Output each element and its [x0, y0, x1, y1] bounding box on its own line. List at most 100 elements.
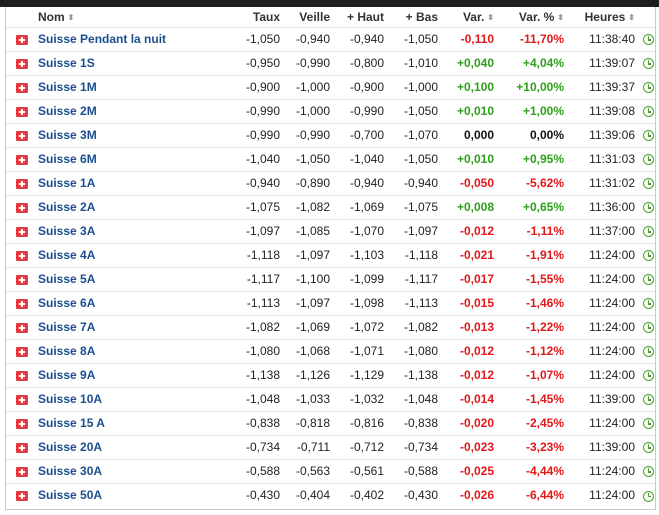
table-row[interactable]: Suisse 9A -1,138 -1,126 -1,129 -1,138 -0,012 -…: [6, 363, 655, 387]
haut-value: -1,069: [349, 200, 384, 214]
var-pct-value: -1,55%: [525, 272, 564, 286]
var-value: -0,012: [459, 224, 494, 238]
var-value: -0,015: [459, 296, 494, 310]
var-pct-value: +1,00%: [522, 104, 564, 118]
time-value: 11:31:03: [589, 152, 635, 166]
instrument-name-link[interactable]: Suisse 4A: [34, 243, 222, 267]
column-header-bas[interactable]: + Bas: [388, 7, 442, 27]
instrument-name-link[interactable]: Suisse 1A: [34, 171, 222, 195]
var-value: +0,010: [456, 104, 494, 118]
table-row[interactable]: Suisse 6M -1,040 -1,050 -1,040 -1,050 +0,010 +…: [6, 147, 655, 171]
status-cell: [639, 171, 655, 195]
column-header-var[interactable]: Var. ⬍: [442, 7, 498, 27]
clock-icon: [643, 58, 654, 70]
column-header-veille[interactable]: Veille: [284, 7, 334, 27]
time-value: 11:31:02: [589, 176, 635, 190]
bas-value: -1,010: [403, 56, 438, 70]
table-header-row: Nom ⬍ Taux Veille + Haut + Bas Var. ⬍ Var.…: [6, 7, 655, 27]
var-value: -0,020: [459, 416, 494, 430]
taux-value: -1,118: [246, 248, 280, 262]
table-row[interactable]: Suisse 3A -1,097 -1,085 -1,070 -1,097 -0,012 -…: [6, 219, 655, 243]
time-value: 11:39:08: [589, 104, 635, 118]
table-row[interactable]: Suisse 20A -0,734 -0,711 -0,712 -0,734 -0,023…: [6, 435, 655, 459]
instrument-name-link[interactable]: Suisse 7A: [34, 315, 222, 339]
instrument-name-link[interactable]: Suisse 3M: [34, 123, 222, 147]
table-row[interactable]: Suisse 1A -0,940 -0,890 -0,940 -0,940 -0,050 -…: [6, 171, 655, 195]
time-value: 11:39:07: [589, 56, 635, 70]
var-value: -0,050: [459, 176, 494, 190]
instrument-name-link[interactable]: Suisse 3A: [34, 219, 222, 243]
instrument-name-link[interactable]: Suisse 2M: [34, 99, 222, 123]
time-value: 11:39:06: [589, 128, 635, 142]
table-row[interactable]: Suisse 10A -1,048 -1,033 -1,032 -1,048 -0,014…: [6, 387, 655, 411]
table-row[interactable]: Suisse 50A -0,430 -0,404 -0,402 -0,430 -0,026…: [6, 483, 655, 507]
column-header-taux[interactable]: Taux: [222, 7, 284, 27]
veille-value: -0,818: [295, 416, 330, 430]
swiss-flag-icon: [16, 154, 28, 165]
veille-value: -1,000: [295, 80, 330, 94]
time-value: 11:39:00: [589, 392, 635, 406]
table-row[interactable]: Suisse 8A -1,080 -1,068 -1,071 -1,080 -0,012 -…: [6, 339, 655, 363]
veille-value: -0,563: [295, 464, 330, 478]
flag-cell: [6, 291, 34, 315]
table-row[interactable]: Suisse 4A -1,118 -1,097 -1,103 -1,118 -0,021 -…: [6, 243, 655, 267]
table-row[interactable]: Suisse 5A -1,117 -1,100 -1,099 -1,117 -0,017 -…: [6, 267, 655, 291]
instrument-name-link[interactable]: Suisse 10A: [34, 387, 222, 411]
table-row[interactable]: Suisse 1M -0,900 -1,000 -0,900 -1,000 +0,100 +…: [6, 75, 655, 99]
swiss-flag-icon: [16, 82, 28, 93]
bas-value: -1,000: [403, 80, 438, 94]
time-value: 11:24:00: [589, 272, 635, 286]
instrument-name-link[interactable]: Suisse Pendant la nuit: [34, 27, 222, 51]
instrument-name-link[interactable]: Suisse 15 A: [34, 411, 222, 435]
table-row[interactable]: Suisse 3M -0,990 -0,990 -0,700 -1,070 0,000 0,…: [6, 123, 655, 147]
instrument-name-link[interactable]: Suisse 2A: [34, 195, 222, 219]
instrument-name-link[interactable]: Suisse 20A: [34, 435, 222, 459]
bas-value: -0,734: [403, 440, 438, 454]
column-header-nom[interactable]: Nom ⬍: [34, 7, 222, 27]
var-value: -0,110: [460, 32, 494, 46]
clock-icon: [643, 394, 654, 406]
status-cell: [639, 483, 655, 507]
table-row[interactable]: Suisse 1S -0,950 -0,990 -0,800 -1,010 +0,040 +…: [6, 51, 655, 75]
taux-value: -1,097: [245, 224, 280, 238]
table-row[interactable]: Suisse 6A -1,113 -1,097 -1,098 -1,113 -0,015 -…: [6, 291, 655, 315]
column-header-haut[interactable]: + Haut: [334, 7, 388, 27]
instrument-name-link[interactable]: Suisse 30A: [34, 459, 222, 483]
swiss-flag-icon: [16, 394, 28, 405]
table-row[interactable]: Suisse 15 A -0,838 -0,818 -0,816 -0,838 -0,02…: [6, 411, 655, 435]
bas-value: -0,430: [403, 488, 438, 503]
veille-value: -1,126: [295, 368, 330, 382]
instrument-name-link[interactable]: Suisse 1M: [34, 75, 222, 99]
rates-table: Nom ⬍ Taux Veille + Haut + Bas Var. ⬍ Var.…: [6, 7, 655, 507]
var-pct-value: +4,04%: [522, 56, 564, 70]
table-row[interactable]: Suisse 30A -0,588 -0,563 -0,561 -0,588 -0,025…: [6, 459, 655, 483]
table-row[interactable]: Suisse 2A -1,075 -1,082 -1,069 -1,075 +0,008 +…: [6, 195, 655, 219]
table-row[interactable]: Suisse 2M -0,990 -1,000 -0,990 -1,050 +0,010 +…: [6, 99, 655, 123]
clock-icon: [643, 226, 654, 238]
column-header-heures[interactable]: Heures ⬍: [568, 7, 639, 27]
instrument-name-link[interactable]: Suisse 6M: [34, 147, 222, 171]
flag-cell: [6, 147, 34, 171]
haut-value: -1,071: [349, 344, 384, 358]
swiss-flag-icon: [16, 370, 28, 381]
veille-value: -1,097: [295, 248, 330, 262]
instrument-name-link[interactable]: Suisse 8A: [34, 339, 222, 363]
veille-value: -0,404: [295, 488, 330, 503]
sort-icon: ⬍: [628, 12, 635, 22]
table-row[interactable]: Suisse 7A -1,082 -1,069 -1,072 -1,082 -0,013 -…: [6, 315, 655, 339]
var-pct-value: -1,22%: [525, 320, 564, 334]
instrument-name-link[interactable]: Suisse 50A: [34, 483, 222, 507]
instrument-name-link[interactable]: Suisse 6A: [34, 291, 222, 315]
column-header-var-pct[interactable]: Var. % ⬍: [498, 7, 568, 27]
instrument-name-link[interactable]: Suisse 9A: [34, 363, 222, 387]
taux-value: -0,990: [245, 104, 280, 118]
taux-value: -1,048: [245, 392, 280, 406]
haut-value: -0,940: [349, 176, 384, 190]
haut-value: -1,032: [349, 392, 384, 406]
table-row[interactable]: Suisse Pendant la nuit -1,050 -0,940 -0,940…: [6, 27, 655, 51]
flag-cell: [6, 387, 34, 411]
instrument-name-link[interactable]: Suisse 5A: [34, 267, 222, 291]
veille-value: -1,085: [295, 224, 330, 238]
instrument-name-link[interactable]: Suisse 1S: [34, 51, 222, 75]
flag-cell: [6, 267, 34, 291]
